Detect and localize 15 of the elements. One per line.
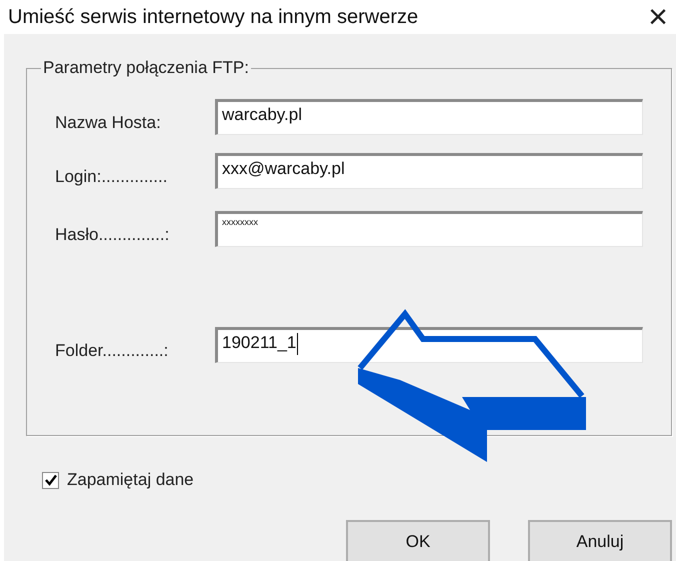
ok-button[interactable]: OK	[346, 520, 490, 561]
input-field[interactable]: warcaby.pl	[215, 99, 643, 135]
window-title: Umieść serwis internetowy na innym serwerze	[8, 6, 418, 28]
input-field[interactable]: xxx@warcaby.pl	[215, 153, 643, 189]
group-title: Parametry połączenia FTP:	[41, 58, 251, 78]
checkbox-label: Zapamiętaj dane	[67, 470, 194, 490]
input-field[interactable]: 190211_1	[215, 327, 643, 363]
password-field[interactable]: xxxxxxxx	[215, 211, 643, 247]
checkbox[interactable]	[42, 472, 59, 488]
field-label: Nazwa Hosta:	[55, 112, 162, 133]
close-button[interactable]: ×	[644, 0, 672, 34]
field-label: Hasło..............:	[55, 224, 170, 245]
cancel-button[interactable]: Anuluj	[528, 520, 672, 561]
field-label: Folder.............:	[55, 340, 170, 361]
field-label: Login:..............	[55, 166, 168, 187]
